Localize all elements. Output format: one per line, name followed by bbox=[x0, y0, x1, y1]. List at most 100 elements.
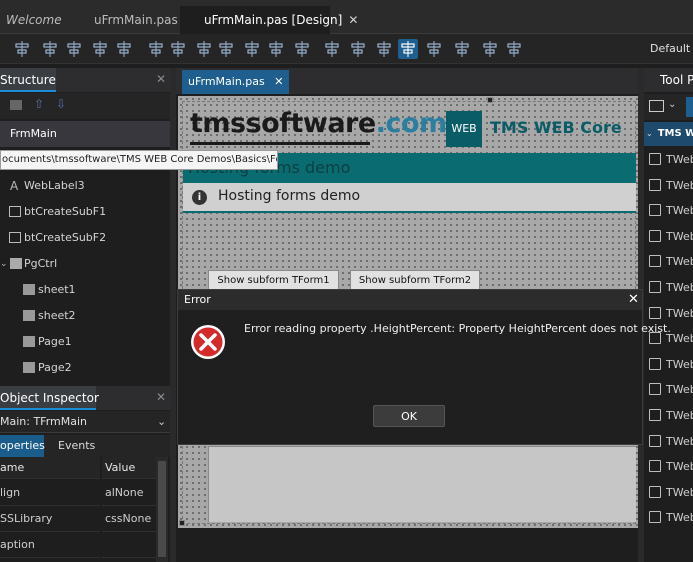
tree-item-page1[interactable]: Page1 bbox=[0, 329, 170, 355]
align-bottom-edge-icon[interactable] bbox=[374, 39, 394, 59]
arrow-up-icon[interactable]: ⇧ bbox=[34, 97, 44, 111]
tool-palette-tab[interactable]: Tool P bbox=[660, 68, 693, 92]
close-icon[interactable]: ✕ bbox=[628, 292, 639, 307]
center-h-icon[interactable] bbox=[398, 39, 418, 59]
align-right-edge-icon[interactable] bbox=[322, 39, 342, 59]
tree-item-label: Page1 bbox=[38, 335, 72, 348]
tree-item-btcreatesubf2[interactable]: btCreateSubF2 bbox=[0, 225, 170, 251]
tab-designer-file[interactable]: uFrmMain.pas ✕ bbox=[182, 70, 290, 94]
folder-icon[interactable] bbox=[10, 100, 22, 110]
property-value[interactable] bbox=[102, 532, 156, 558]
align-bottom-icon[interactable] bbox=[242, 39, 262, 59]
align-icon[interactable] bbox=[12, 39, 32, 59]
tree-item-frmmain[interactable]: FrmMain bbox=[0, 121, 170, 147]
tree-item-pgctrl[interactable]: ⌄ PgCtrl bbox=[0, 251, 170, 277]
align-middle-icon[interactable] bbox=[216, 39, 236, 59]
object-inspector-tab[interactable]: Object Inspector bbox=[0, 386, 99, 410]
space-v-icon[interactable] bbox=[168, 39, 188, 59]
view-icon[interactable] bbox=[649, 100, 664, 112]
listbox-icon bbox=[649, 383, 661, 396]
designer-tab-bar: uFrmMain.pas ✕ bbox=[176, 68, 638, 94]
close-icon[interactable]: ✕ bbox=[348, 13, 358, 27]
pin-icon[interactable]: ✕ bbox=[156, 72, 166, 86]
center-in-window-icon[interactable] bbox=[424, 39, 444, 59]
search-toggle[interactable] bbox=[686, 97, 693, 117]
page-control[interactable] bbox=[208, 446, 636, 522]
object-selector[interactable]: Main: TFrmMain ⌄ bbox=[0, 411, 170, 433]
space-h-icon[interactable] bbox=[146, 39, 166, 59]
align-left-edge-icon[interactable] bbox=[292, 39, 312, 59]
tree-item-btcreatesubf1[interactable]: btCreateSubF1 bbox=[0, 199, 170, 225]
chevron-down-icon[interactable]: ⌄ bbox=[157, 411, 166, 433]
grid-header-value: Value bbox=[102, 457, 156, 479]
tool-item[interactable]: TWeb bbox=[644, 173, 693, 198]
property-name: lign bbox=[0, 480, 100, 506]
size-icon[interactable] bbox=[266, 39, 286, 59]
structure-tab[interactable]: Structure bbox=[0, 68, 56, 92]
close-icon[interactable]: ✕ bbox=[274, 75, 283, 88]
tab-label: Welcome bbox=[6, 13, 62, 27]
tree-item-weblabel3[interactable]: A WebLabel3 bbox=[0, 173, 170, 199]
grid-icon[interactable] bbox=[504, 39, 524, 59]
table-icon bbox=[649, 485, 661, 498]
dialog-title-bar[interactable]: Error ✕ bbox=[178, 290, 642, 310]
tool-item[interactable]: TWeb bbox=[644, 505, 693, 530]
button-icon bbox=[9, 232, 21, 243]
property-grid: ame Value lign alNone SSLibrary cssNone … bbox=[0, 457, 170, 562]
property-value[interactable]: cssNone bbox=[102, 506, 156, 532]
align-top-edge-icon[interactable] bbox=[348, 39, 368, 59]
tree-item-sheet2[interactable]: sheet2 bbox=[0, 303, 170, 329]
error-message: Error reading property .HeightPercent: P… bbox=[244, 322, 671, 335]
resize-handle[interactable] bbox=[487, 97, 493, 103]
tab-ufrmmain-design[interactable]: uFrmMain.pas [Design] ✕ bbox=[180, 6, 358, 34]
tab-ufrmmain-code[interactable]: uFrmMain.pas bbox=[72, 6, 178, 34]
tool-item[interactable]: TWeb bbox=[644, 249, 693, 274]
ok-button[interactable]: OK bbox=[373, 405, 445, 427]
tree-item-page2[interactable]: Page2 bbox=[0, 355, 170, 381]
space-equal-icon[interactable] bbox=[452, 39, 472, 59]
tool-item[interactable]: TWeb bbox=[644, 377, 693, 402]
edit-icon bbox=[649, 178, 661, 191]
layout-selector[interactable]: Default D bbox=[650, 34, 693, 64]
logo-main-text: tmssoftware bbox=[190, 108, 376, 139]
tool-item[interactable]: TWeb bbox=[644, 147, 693, 172]
property-value[interactable]: alNone bbox=[102, 480, 156, 506]
tool-item[interactable]: TWeb bbox=[644, 198, 693, 223]
tool-item[interactable]: TWeb bbox=[644, 403, 693, 428]
tool-item[interactable]: TWeb bbox=[644, 275, 693, 300]
tree-item-sheet1[interactable]: sheet1 bbox=[0, 277, 170, 303]
tab-welcome[interactable]: Welcome bbox=[0, 6, 64, 34]
tool-item[interactable]: TWeb bbox=[644, 352, 693, 377]
page-icon bbox=[23, 362, 35, 373]
chevron-down-icon[interactable]: ⌄ bbox=[0, 251, 8, 277]
button-icon bbox=[9, 206, 21, 217]
info-text: Hosting forms demo bbox=[218, 188, 361, 204]
tool-category[interactable]: ⌄ TMS W bbox=[644, 122, 693, 146]
align-left-icon[interactable] bbox=[64, 39, 84, 59]
resize-handle[interactable] bbox=[179, 520, 185, 526]
tool-item[interactable]: TWeb bbox=[644, 480, 693, 505]
dropdown-icon bbox=[649, 460, 661, 473]
size-equal-icon[interactable] bbox=[480, 39, 500, 59]
object-selector-value: Main: TFrmMain bbox=[0, 415, 88, 428]
structure-header: Structure ✕ bbox=[0, 68, 170, 92]
tool-item[interactable]: TWeb bbox=[644, 454, 693, 479]
tool-item-label: TWeb bbox=[666, 485, 693, 499]
logo-dotcom-text: .com bbox=[375, 108, 447, 139]
tool-item[interactable]: TWeb bbox=[644, 224, 693, 249]
align-center-icon[interactable] bbox=[90, 39, 110, 59]
splitter[interactable] bbox=[170, 68, 176, 562]
grid-icon bbox=[649, 281, 661, 293]
align-right-icon[interactable] bbox=[114, 39, 134, 59]
align-top-icon[interactable] bbox=[194, 39, 214, 59]
tool-item[interactable]: TWeb bbox=[644, 429, 693, 454]
tab-properties[interactable]: operties bbox=[0, 435, 45, 457]
scrollbar[interactable] bbox=[156, 457, 168, 562]
scrollbar-thumb[interactable] bbox=[158, 461, 166, 557]
tree-item-label: WebLabel3 bbox=[24, 179, 85, 192]
bring-front-icon[interactable] bbox=[40, 39, 60, 59]
arrow-down-icon[interactable]: ⇩ bbox=[56, 97, 66, 111]
pin-icon[interactable]: ✕ bbox=[156, 390, 166, 404]
chevron-down-icon[interactable]: ⌄ bbox=[668, 99, 676, 110]
tab-events[interactable]: Events bbox=[58, 435, 98, 457]
